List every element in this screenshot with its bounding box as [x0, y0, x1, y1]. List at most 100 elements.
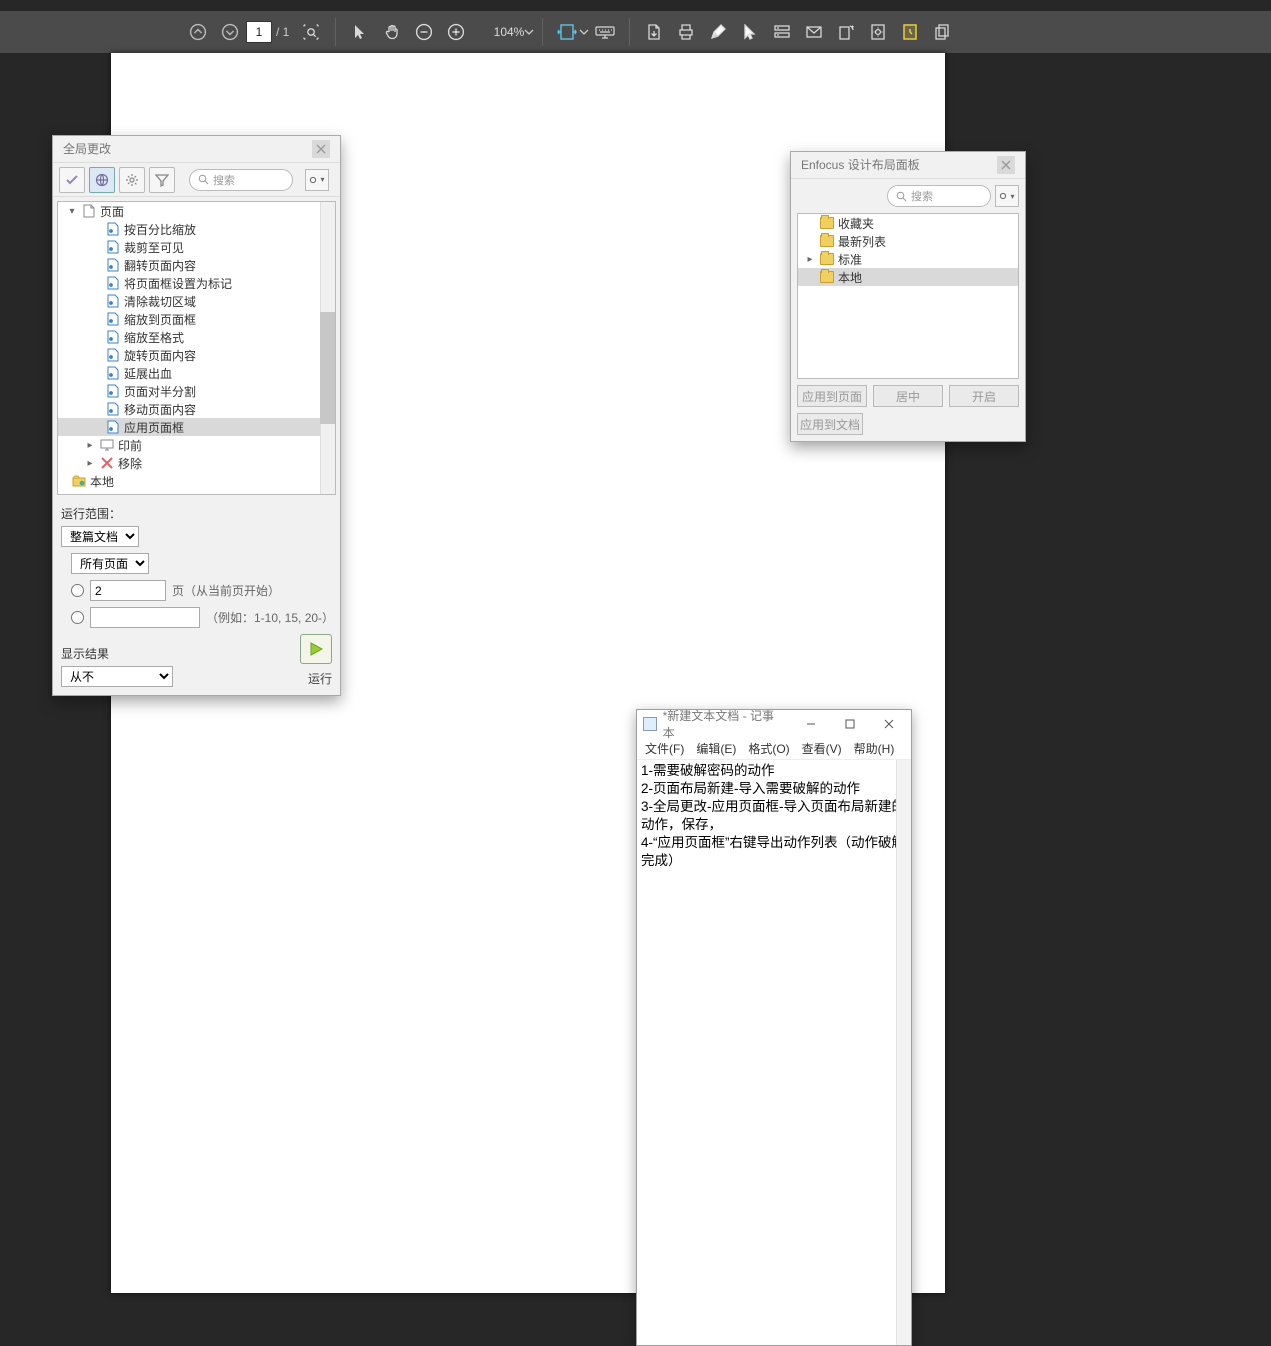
keyboard-icon[interactable]: [589, 16, 621, 48]
tree-label: 按百分比缩放: [124, 221, 196, 238]
print-icon[interactable]: [670, 16, 702, 48]
close-icon[interactable]: [312, 140, 330, 158]
page-total-label: / 1: [276, 25, 289, 39]
notepad-textarea[interactable]: 1-需要破解密码的动作 2-页面布局新建-导入需要破解的动作 3-全局更改-应用…: [637, 760, 911, 1345]
zoom-in-icon[interactable]: [440, 16, 472, 48]
tree-item[interactable]: 翻转页面内容: [58, 256, 335, 274]
tree-item[interactable]: 页面对半分割: [58, 382, 335, 400]
gear-options-button[interactable]: [119, 167, 145, 193]
close-icon[interactable]: [997, 156, 1015, 174]
list-item[interactable]: ▸标准: [798, 250, 1018, 268]
list-label: 收藏夹: [838, 215, 874, 232]
tree-item-selected[interactable]: 应用页面框: [58, 418, 335, 436]
menu-view[interactable]: 查看(V): [802, 740, 842, 757]
tree-item[interactable]: 清除裁切区域: [58, 292, 335, 310]
zoom-out-icon[interactable]: [408, 16, 440, 48]
gear-dropdown-button[interactable]: ▾: [995, 185, 1019, 207]
hand-pan-icon[interactable]: [376, 16, 408, 48]
tree-node-local[interactable]: 本地: [58, 472, 335, 490]
rotate-page-icon[interactable]: [830, 16, 862, 48]
action-icon: [106, 348, 120, 362]
search-input[interactable]: 搜索: [189, 169, 293, 191]
layout-list[interactable]: 收藏夹 最新列表 ▸标准 本地: [797, 213, 1019, 379]
menu-file[interactable]: 文件(F): [645, 740, 684, 757]
tree-scrollbar-thumb[interactable]: [320, 312, 335, 424]
marquee-zoom-icon[interactable]: [295, 16, 327, 48]
tree-item[interactable]: 移动页面内容: [58, 400, 335, 418]
search-input[interactable]: 搜索: [887, 185, 991, 207]
tree-item[interactable]: 旋转页面内容: [58, 346, 335, 364]
notepad-line: 2-页面布局新建-导入需要破解的动作: [641, 780, 907, 798]
page-up-icon[interactable]: [182, 16, 214, 48]
action-icon: [106, 276, 120, 290]
mail-icon[interactable]: [798, 16, 830, 48]
center-button[interactable]: 居中: [873, 385, 943, 407]
zoom-level-input[interactable]: [472, 21, 524, 43]
show-result-label: 显示结果: [61, 645, 173, 662]
tree-item[interactable]: 缩放到页面框: [58, 310, 335, 328]
gear-dropdown-button[interactable]: ▾: [305, 169, 329, 191]
action-icon: [106, 366, 120, 380]
tree-label: 裁剪至可见: [124, 239, 184, 256]
brush-icon[interactable]: [702, 16, 734, 48]
form-icon[interactable]: [766, 16, 798, 48]
search-placeholder: 搜索: [213, 172, 235, 188]
tree-item[interactable]: 延展出血: [58, 364, 335, 382]
maximize-icon[interactable]: [833, 713, 866, 735]
filter-button[interactable]: [149, 167, 175, 193]
run-link[interactable]: 运行: [300, 670, 332, 687]
open-button[interactable]: 开启: [949, 385, 1019, 407]
apply-to-page-button[interactable]: 应用到页面: [797, 385, 867, 407]
export-pdf-icon[interactable]: [638, 16, 670, 48]
list-item[interactable]: 最新列表: [798, 232, 1018, 250]
close-icon[interactable]: [872, 713, 905, 735]
select-arrow-icon[interactable]: [344, 16, 376, 48]
tree-item[interactable]: 将页面框设置为标记: [58, 274, 335, 292]
scope-doc-select[interactable]: 整篇文档: [61, 526, 139, 547]
menu-help[interactable]: 帮助(H): [854, 740, 895, 757]
page-down-icon[interactable]: [214, 16, 246, 48]
pages-range-radio[interactable]: [71, 611, 84, 624]
tree-label: 页面对半分割: [124, 383, 196, 400]
notepad-title: *新建文本文档 - 记事本: [663, 707, 783, 741]
action-icon: [106, 402, 120, 416]
tree-node-print[interactable]: ▸ 印前: [58, 436, 335, 454]
tree-item[interactable]: 缩放至格式: [58, 328, 335, 346]
check-apply-button[interactable]: [59, 167, 85, 193]
tree-label: 移除: [118, 455, 142, 472]
chevron-down-icon[interactable]: [579, 27, 589, 37]
notepad-titlebar[interactable]: *新建文本文档 - 记事本: [637, 710, 911, 738]
tree-item[interactable]: 裁剪至可见: [58, 238, 335, 256]
action-icon: [106, 294, 120, 308]
tree-item[interactable]: 按百分比缩放: [58, 220, 335, 238]
pages-from-input[interactable]: [90, 580, 166, 601]
show-result-select[interactable]: 从不: [61, 666, 173, 687]
pages-from-radio[interactable]: [71, 584, 84, 597]
menu-edit[interactable]: 编辑(E): [696, 740, 736, 757]
run-play-button[interactable]: [300, 634, 332, 664]
tree-node-page[interactable]: ▾ 页面: [58, 202, 335, 220]
folder-icon: [820, 217, 834, 229]
notepad-menubar: 文件(F) 编辑(E) 格式(O) 查看(V) 帮助(H): [637, 738, 911, 760]
list-item-selected[interactable]: 本地: [798, 268, 1018, 286]
tree-node-remove[interactable]: ▸ 移除: [58, 454, 335, 472]
list-item[interactable]: 收藏夹: [798, 214, 1018, 232]
settings-page-icon[interactable]: [862, 16, 894, 48]
folder-icon: [820, 271, 834, 283]
page-number-input[interactable]: [246, 21, 272, 43]
notepad-scrollbar[interactable]: [896, 760, 911, 1345]
action-icon: [106, 222, 120, 236]
notepad-line: 4-“应用页面框”右键导出动作列表（动作破解完成）: [641, 834, 907, 870]
minimize-icon[interactable]: [794, 713, 827, 735]
preflight-icon[interactable]: [894, 16, 926, 48]
tree-label: 翻转页面内容: [124, 257, 196, 274]
apply-to-doc-button[interactable]: 应用到文档: [797, 413, 863, 435]
menu-format[interactable]: 格式(O): [748, 740, 789, 757]
chevron-down-icon[interactable]: [524, 27, 534, 37]
scope-pages-select[interactable]: 所有页面: [71, 553, 149, 574]
direct-select-icon[interactable]: [734, 16, 766, 48]
globe-scope-button[interactable]: [89, 167, 115, 193]
action-tree[interactable]: ▾ 页面 按百分比缩放 裁剪至可见 翻转页面内容 将页面框设置为标记 清除裁切区…: [57, 201, 336, 495]
pages-range-input[interactable]: [90, 607, 200, 628]
copy-pages-icon[interactable]: [926, 16, 958, 48]
